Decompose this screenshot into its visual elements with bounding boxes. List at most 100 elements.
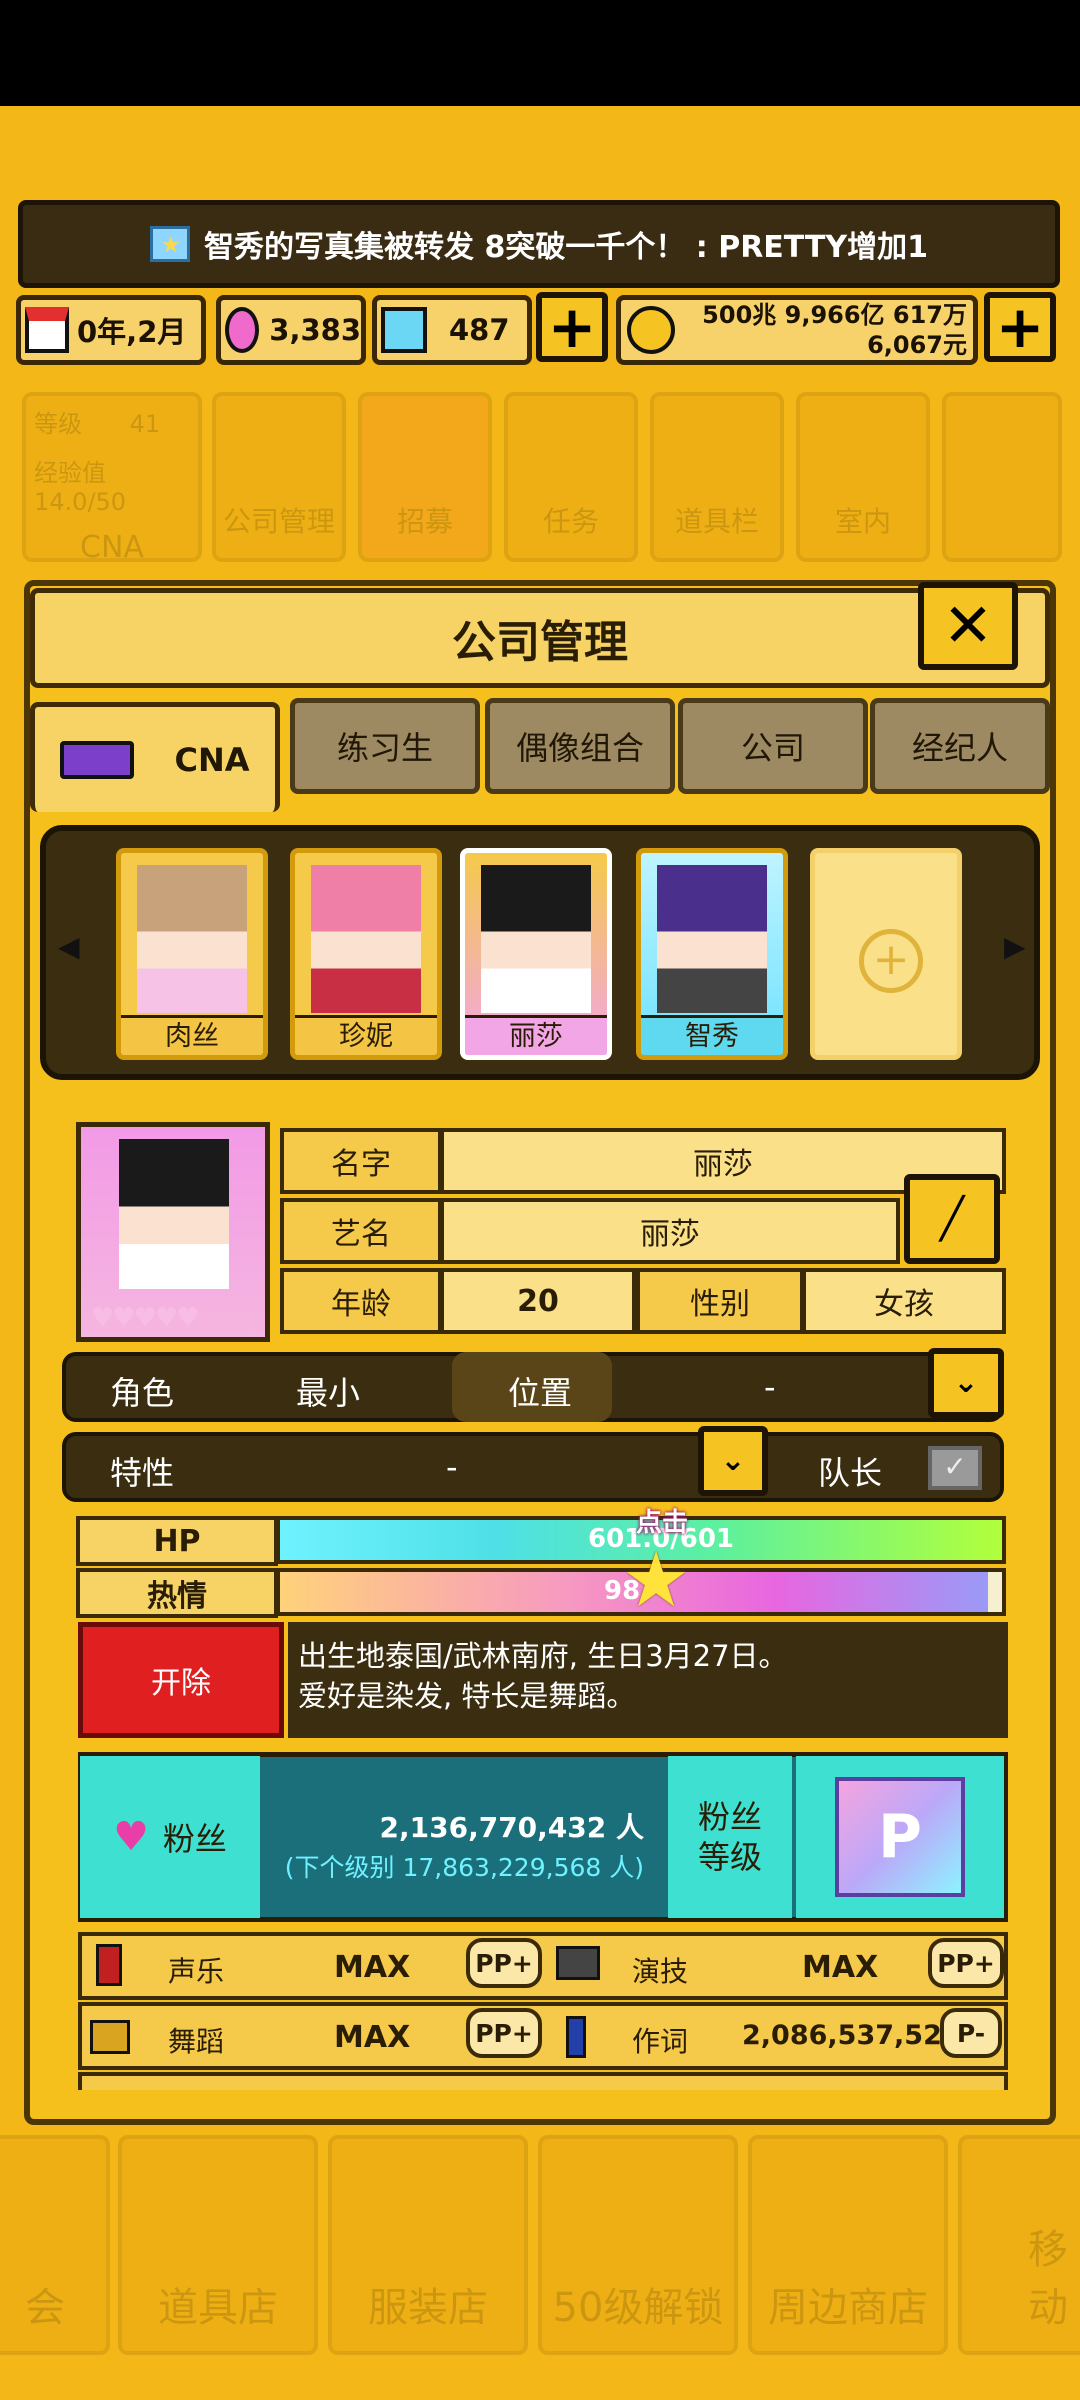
- gem-icon: [225, 307, 260, 353]
- bottom-menu-item: 服装店: [328, 2135, 528, 2355]
- member-card[interactable]: 智秀: [636, 848, 788, 1060]
- microphone-icon: [96, 1944, 122, 1986]
- bottom-menu-item: 50级解锁: [538, 2135, 738, 2355]
- age-label: 年龄: [280, 1268, 442, 1334]
- money-line-1: 500兆 9,966亿 617万: [702, 301, 967, 329]
- tab-company[interactable]: 公司: [678, 698, 868, 794]
- fans-next-level: (下个级别 17,863,229,568 人): [284, 1853, 644, 1882]
- money-line-2: 6,067元: [867, 331, 967, 359]
- group-icon: [60, 740, 135, 779]
- fire-button[interactable]: 开除: [78, 1622, 284, 1738]
- check-icon: ✓: [943, 1450, 967, 1483]
- menu-recruit: 招募: [358, 392, 492, 562]
- trait-label: 特性: [110, 1454, 175, 1492]
- member-card[interactable]: 珍妮: [290, 848, 442, 1060]
- bottom-menu: 会 道具店 服装店 50级解锁 周边商店 移动: [0, 2135, 1080, 2400]
- skill-upgrade-button[interactable]: PP+: [928, 1938, 1004, 1988]
- edit-button[interactable]: ╱: [904, 1174, 1000, 1264]
- skill-upgrade-button[interactable]: PP+: [466, 1938, 542, 1988]
- member-avatar: [657, 865, 767, 1013]
- diamonds-display: 487: [372, 295, 532, 365]
- level-box: 等级 41 经验值 14.0/50 CNA: [22, 392, 202, 565]
- date-display: 0年,2月: [16, 295, 206, 365]
- leader-checkbox[interactable]: ✓: [928, 1446, 982, 1490]
- menu-inventory: 道具栏: [650, 392, 784, 562]
- hearts-icon: ♥♥♥♥♥: [91, 1303, 200, 1333]
- gender-value: 女孩: [802, 1268, 1006, 1334]
- leader-label: 队长: [818, 1454, 883, 1492]
- calendar-icon: [25, 307, 69, 353]
- bottom-menu-item: 周边商店: [748, 2135, 948, 2355]
- news-ticker[interactable]: ★ 智秀的写真集被转发 8突破一千个！ : PRETTY增加1: [18, 200, 1060, 288]
- stage-name-value: 丽莎: [440, 1198, 900, 1264]
- bottom-menu-item: 移动: [958, 2135, 1080, 2355]
- menu-quest: 任务: [504, 392, 638, 562]
- skill-value: MAX: [802, 1950, 879, 1985]
- close-button[interactable]: ✕: [918, 582, 1018, 670]
- role-label: 角色: [110, 1374, 175, 1412]
- skill-upgrade-button[interactable]: PP+: [466, 2008, 542, 2058]
- menu-company: 公司管理: [212, 392, 346, 562]
- skill-name: 演技: [632, 1955, 689, 1988]
- gems-value: 3,383: [269, 313, 361, 347]
- skill-upgrade-button[interactable]: P-: [940, 2008, 1002, 2058]
- tab-cna[interactable]: CNA: [30, 702, 280, 812]
- position-value: -: [764, 1368, 776, 1406]
- stage-name-label: 艺名: [280, 1198, 442, 1264]
- money-display: 500兆 9,966亿 617万 6,067元: [616, 295, 978, 365]
- fan-level-badge: P: [796, 1756, 1004, 1918]
- camera-icon: [556, 1946, 600, 1980]
- trait-dropdown-button[interactable]: ⌄: [698, 1426, 768, 1496]
- skill-name: 作词: [632, 2025, 689, 2058]
- star-badge-icon: ★: [150, 226, 190, 262]
- tab-trainee[interactable]: 练习生: [290, 698, 480, 794]
- skill-value: 2,086,537,524: [742, 2020, 961, 2051]
- tap-hint: 点击: [636, 1508, 689, 1538]
- skill-row-clipped: [78, 2072, 1008, 2090]
- bio-box: 出生地泰国/武林南府, 生日3月27日。 爱好是染发, 特长是舞蹈。: [288, 1622, 1008, 1738]
- pen-icon: [566, 2016, 586, 2058]
- bio-line-2: 爱好是染发, 特长是舞蹈。: [298, 1679, 636, 1713]
- fans-label-box: ♥ 粉丝: [80, 1756, 260, 1918]
- scroll-right-icon[interactable]: ▶: [1004, 930, 1026, 970]
- portrait-sprite: [119, 1139, 229, 1289]
- bio-line-1: 出生地泰国/武林南府, 生日3月27日。: [298, 1639, 788, 1673]
- position-label: 位置: [508, 1374, 573, 1412]
- skill-name: 声乐: [168, 1955, 225, 1988]
- add-money-button[interactable]: +: [984, 292, 1056, 362]
- diamonds-value: 487: [449, 313, 510, 347]
- tab-idol-group[interactable]: 偶像组合: [485, 698, 675, 794]
- position-dropdown-button[interactable]: ⌄: [928, 1348, 1004, 1418]
- edit-pencil-icon: ╱: [939, 1196, 965, 1242]
- add-member-card[interactable]: +: [810, 848, 962, 1060]
- tap-star-icon[interactable]: ★: [622, 1540, 702, 1620]
- tab-manager[interactable]: 经纪人: [870, 698, 1050, 794]
- fan-level-letter: P: [835, 1777, 965, 1897]
- heart-icon: ♥: [113, 1814, 149, 1860]
- fan-level-label: 粉丝 等级: [668, 1756, 792, 1918]
- member-avatar: [137, 865, 247, 1013]
- status-bar: [0, 0, 1080, 106]
- skill-name: 舞蹈: [168, 2025, 225, 2058]
- add-diamonds-button[interactable]: +: [536, 292, 608, 362]
- scroll-left-icon[interactable]: ◀: [58, 930, 80, 970]
- menu-mail: [942, 392, 1062, 562]
- fans-count: 2,136,770,432 人: [379, 1811, 644, 1844]
- member-card-selected[interactable]: 丽莎: [460, 848, 612, 1060]
- add-circle-icon: +: [859, 929, 923, 993]
- name-label: 名字: [280, 1128, 442, 1194]
- coin-icon: [627, 306, 675, 354]
- trait-value: -: [446, 1448, 458, 1486]
- hp-label: HP: [76, 1516, 278, 1566]
- member-avatar: [481, 865, 591, 1013]
- bottom-menu-item: 会: [0, 2135, 110, 2355]
- date-value: 0年,2月: [77, 315, 187, 349]
- profile-portrait: ♥♥♥♥♥: [76, 1122, 270, 1342]
- chevron-down-icon: ⌄: [953, 1365, 979, 1400]
- member-avatar: [311, 865, 421, 1013]
- skill-value: MAX: [334, 1950, 411, 1985]
- member-card[interactable]: 肉丝: [116, 848, 268, 1060]
- passion-label: 热情: [76, 1568, 278, 1618]
- background-menu: 等级 41 经验值 14.0/50 CNA 公司管理 招募 任务 道具栏 室内: [0, 380, 1080, 580]
- gems-display: 3,383: [216, 295, 366, 365]
